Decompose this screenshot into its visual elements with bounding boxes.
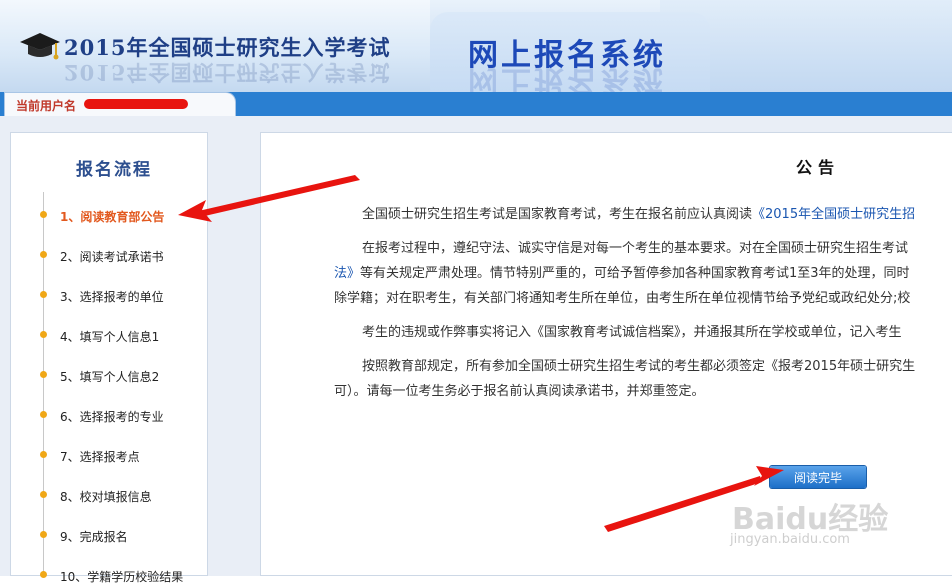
step-dot — [40, 491, 47, 498]
step-label: 9、完成报名 — [60, 530, 128, 544]
notice-paragraph-2-line-2: 法》等有关规定严肃处理。情节特别严重的，可给予暂停参加各种国家教育考试1至3年的… — [334, 262, 910, 281]
notice-paragraph-4-line-2: 可）。请每一位考生务必于报名前认真阅读承诺书，并郑重签定。 — [334, 384, 705, 399]
current-user-label: 当前用户名 — [16, 99, 77, 113]
step-complete[interactable]: 9、完成报名 — [36, 526, 206, 546]
step-label: 7、选择报考点 — [60, 450, 140, 464]
exam-title-reflection: 2015年全国硕士研究生入学考试 — [64, 60, 391, 85]
step-label: 2、阅读考试承诺书 — [60, 250, 164, 264]
notice-paragraph-2-line-1: 在报考过程中，遵纪守法、诚实守信是对每一个考生的基本要求。对在全国硕士研究生招生… — [362, 241, 909, 256]
step-dot — [40, 531, 47, 538]
notice-paragraph-2-line-3: 除学籍；对在职考生，有关部门将通知考生所在单位，由考生所在单位视情节给予党纪或政… — [334, 291, 911, 306]
read-complete-button[interactable]: 阅读完毕 — [770, 466, 866, 488]
notice-paragraph-3: 考生的违规或作弊事实将记入《国家教育考试诚信档案》，并通报其所在学校或单位，记入… — [362, 325, 902, 340]
step-label: 8、校对填报信息 — [60, 490, 152, 504]
notice-paragraph-1: 全国硕士研究生招生考试是国家教育考试，考生在报名前应认真阅读《2015年全国硕士… — [362, 203, 915, 222]
paragraph-text: 等有关规定严肃处理。情节特别严重的，可给予暂停参加各种国家教育考试1至3年的处理… — [360, 266, 910, 281]
step-dot — [40, 571, 47, 578]
step-read-notice[interactable]: 1、阅读教育部公告 — [36, 206, 206, 226]
step-label: 10、学籍学历校验结果 — [60, 570, 184, 584]
step-label: 1、阅读教育部公告 — [60, 210, 165, 224]
step-degree-check[interactable]: 10、学籍学历校验结果 — [36, 566, 206, 586]
law-link[interactable]: 法》 — [334, 266, 360, 281]
step-label: 3、选择报考的单位 — [60, 290, 164, 304]
graduation-cap-icon — [20, 33, 60, 60]
step-label: 4、填写个人信息1 — [60, 330, 160, 344]
step-choose-major[interactable]: 6、选择报考的专业 — [36, 406, 206, 426]
paragraph-text: 全国硕士研究生招生考试是国家教育考试，考生在报名前应认真阅读 — [362, 207, 753, 222]
sidebar-title: 报名流程 — [76, 160, 152, 180]
regulation-link[interactable]: 《2015年全国硕士研究生招 — [752, 207, 915, 222]
notice-title: 公告 — [796, 158, 841, 177]
step-dot — [40, 451, 47, 458]
step-dot — [40, 331, 47, 338]
step-dot — [40, 291, 47, 298]
step-verify-info[interactable]: 8、校对填报信息 — [36, 486, 206, 506]
step-dot — [40, 371, 47, 378]
step-choose-unit[interactable]: 3、选择报考的单位 — [36, 286, 206, 306]
step-dot — [40, 211, 47, 218]
step-label: 5、填写个人信息2 — [60, 370, 160, 384]
step-dot — [40, 251, 47, 258]
step-choose-exam-site[interactable]: 7、选择报考点 — [36, 446, 206, 466]
notice-paragraph-4-line-1: 按照教育部规定，所有参加全国硕士研究生招生考试的考生都必须签定《报考2015年硕… — [362, 359, 916, 374]
redacted-username — [84, 99, 188, 109]
step-read-pledge[interactable]: 2、阅读考试承诺书 — [36, 246, 206, 266]
step-personal-info-1[interactable]: 4、填写个人信息1 — [36, 326, 206, 346]
baidu-watermark-url: jingyan.baidu.com — [730, 532, 850, 547]
step-label: 6、选择报考的专业 — [60, 410, 164, 424]
step-dot — [40, 411, 47, 418]
sidebar — [10, 132, 208, 576]
step-personal-info-2[interactable]: 5、填写个人信息2 — [36, 366, 206, 386]
